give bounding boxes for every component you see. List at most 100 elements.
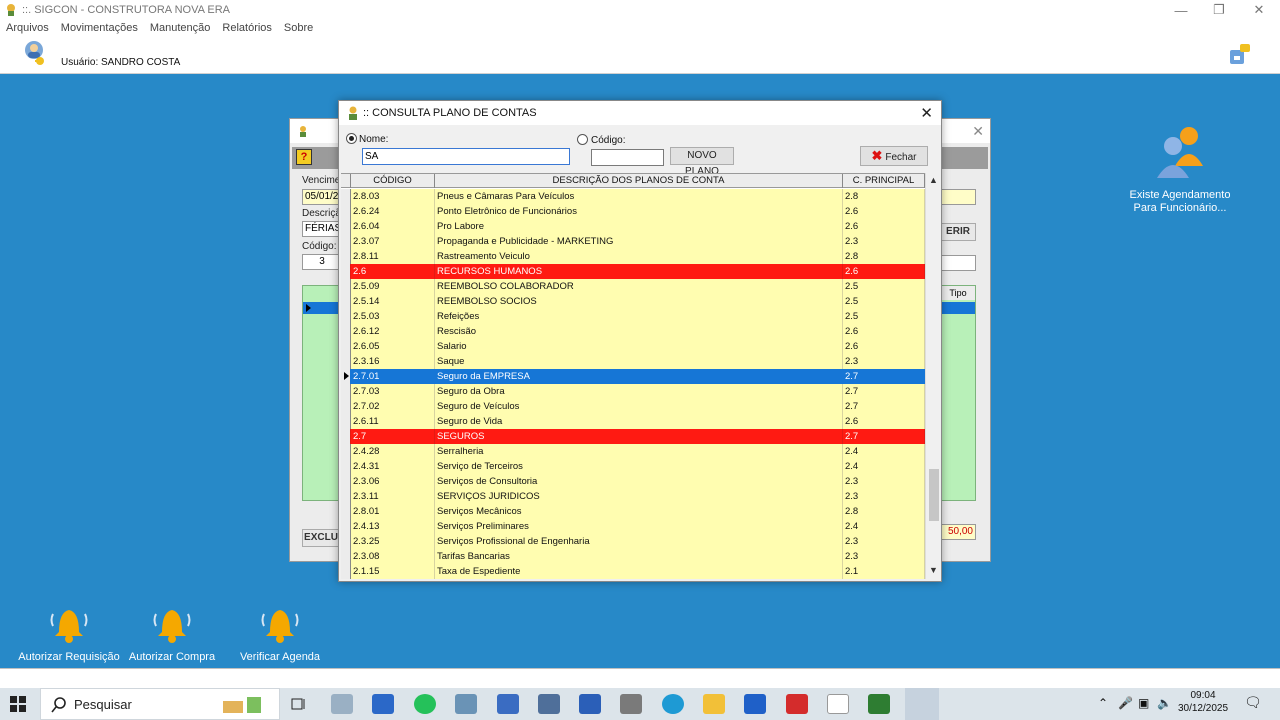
taskbar-app-1-icon[interactable] — [331, 694, 353, 714]
cell-codigo[interactable]: 2.6 — [351, 264, 435, 279]
cell-codigo[interactable]: 2.3.08 — [351, 549, 435, 564]
table-row[interactable]: 2.7.03 Seguro da Obra 2.7 — [341, 384, 925, 399]
cell-descricao[interactable]: Refeições — [435, 309, 843, 324]
fechar-button[interactable]: ✖ Fechar — [860, 146, 928, 166]
dx-icon[interactable] — [786, 694, 808, 714]
cell-descricao[interactable]: Saque — [435, 354, 843, 369]
cell-principal[interactable]: 2.7 — [843, 384, 925, 399]
cell-descricao[interactable]: Rastreamento Veiculo — [435, 249, 843, 264]
cell-principal[interactable]: 2.7 — [843, 429, 925, 444]
cell-codigo[interactable]: 2.5.14 — [351, 294, 435, 309]
cell-principal[interactable]: 2.3 — [843, 534, 925, 549]
cell-codigo[interactable]: 2.8.11 — [351, 249, 435, 264]
taskbar-search[interactable]: Pesquisar — [40, 688, 280, 720]
edge-icon[interactable] — [662, 694, 684, 714]
tools-icon[interactable] — [1226, 40, 1256, 70]
cell-descricao[interactable]: Pro Labore — [435, 219, 843, 234]
cell-principal[interactable]: 2.3 — [843, 234, 925, 249]
cell-principal[interactable]: 2.8 — [843, 504, 925, 519]
tray-chevron-icon[interactable]: ⌃ — [1098, 696, 1108, 710]
col-codigo-header[interactable]: CÓDIGO — [351, 174, 435, 188]
scroll-up-icon[interactable]: ▲ — [929, 175, 938, 185]
autorizar-compra-shortcut[interactable]: Autorizar Compra — [126, 602, 218, 663]
cell-codigo[interactable]: 2.8.01 — [351, 504, 435, 519]
cell-descricao[interactable]: SERVIÇOS JURIDICOS — [435, 489, 843, 504]
cell-codigo[interactable]: 2.1.15 — [351, 564, 435, 579]
cell-descricao[interactable]: Taxa de Espediente — [435, 564, 843, 579]
cell-principal[interactable]: 2.3 — [843, 354, 925, 369]
word-icon[interactable] — [579, 694, 601, 714]
menu-manutencao[interactable]: Manutenção — [150, 20, 211, 36]
scroll-thumb[interactable] — [929, 469, 939, 521]
cell-principal[interactable]: 2.5 — [843, 279, 925, 294]
background-field-right[interactable] — [940, 189, 976, 205]
table-row[interactable]: 2.3.06 Serviços de Consultoria 2.3 — [341, 474, 925, 489]
cell-codigo[interactable]: 2.4.31 — [351, 459, 435, 474]
cell-principal[interactable]: 2.6 — [843, 204, 925, 219]
table-row[interactable]: 2.4.31 Serviço de Terceiros 2.4 — [341, 459, 925, 474]
col-descricao-header[interactable]: DESCRIÇÃO DOS PLANOS DE CONTA — [435, 174, 843, 188]
menu-arquivos[interactable]: Arquivos — [6, 20, 49, 36]
network-icon[interactable]: ▣ — [1138, 696, 1149, 710]
table-row[interactable]: 2.8.01 Serviços Mecânicos 2.8 — [341, 504, 925, 519]
table-row[interactable]: 2.5.09 REEMBOLSO COLABORADOR 2.5 — [341, 279, 925, 294]
help-icon[interactable]: ? — [296, 149, 312, 165]
cell-codigo[interactable]: 2.5.09 — [351, 279, 435, 294]
background-form-close-icon[interactable]: ✕ — [972, 123, 984, 140]
agendamento-notification[interactable]: Existe Agendamento Para Funcionário... — [1120, 122, 1240, 215]
table-row[interactable]: 2.1.15 Taxa de Espediente 2.1 — [341, 564, 925, 579]
cell-codigo[interactable]: 2.3.07 — [351, 234, 435, 249]
codigo-search-input[interactable] — [591, 149, 664, 166]
excluir-button[interactable]: EXCLU — [302, 529, 340, 547]
cell-codigo[interactable]: 2.5.03 — [351, 309, 435, 324]
cell-descricao[interactable]: REEMBOLSO SOCIOS — [435, 294, 843, 309]
cell-descricao[interactable]: Tarifas Bancarias — [435, 549, 843, 564]
cell-descricao[interactable]: Salario — [435, 339, 843, 354]
cell-codigo[interactable]: 2.3.16 — [351, 354, 435, 369]
microphone-icon[interactable]: 🎤 — [1118, 696, 1133, 710]
cell-codigo[interactable]: 2.7 — [351, 429, 435, 444]
cell-codigo[interactable]: 2.6.12 — [351, 324, 435, 339]
plano-contas-grid[interactable]: CÓDIGO DESCRIÇÃO DOS PLANOS DE CONTA C. … — [341, 173, 925, 579]
col-principal-header[interactable]: C. PRINCIPAL — [843, 174, 925, 188]
cell-codigo[interactable]: 2.3.11 — [351, 489, 435, 504]
cell-principal[interactable]: 2.6 — [843, 339, 925, 354]
codigo-radio[interactable] — [577, 134, 588, 145]
table-row[interactable]: 2.8.03 Pneus e Câmaras Para Veículos 2.8 — [341, 189, 925, 204]
cell-descricao[interactable]: Serviços Mecânicos — [435, 504, 843, 519]
table-row[interactable]: 2.6.12 Rescisão 2.6 — [341, 324, 925, 339]
cell-principal[interactable]: 2.6 — [843, 324, 925, 339]
cell-principal[interactable]: 2.8 — [843, 249, 925, 264]
descricao-field[interactable]: FÉRIAS — [302, 221, 341, 237]
table-row[interactable]: 2.6.04 Pro Labore 2.6 — [341, 219, 925, 234]
table-row[interactable]: 2.4.28 Serralheria 2.4 — [341, 444, 925, 459]
background-field-right-2[interactable] — [940, 255, 976, 271]
table-row[interactable]: 2.3.07 Propaganda e Publicidade - MARKETI… — [341, 234, 925, 249]
taskbar-app-8-icon[interactable] — [620, 694, 642, 714]
clock[interactable]: 09:04 30/12/2025 — [1172, 690, 1234, 714]
cell-codigo[interactable]: 2.4.13 — [351, 519, 435, 534]
cell-descricao[interactable]: Propaganda e Publicidade - MARKETING — [435, 234, 843, 249]
table-row[interactable]: 2.3.25 Serviços Profissional de Engenhari… — [341, 534, 925, 549]
cell-descricao[interactable]: Serralheria — [435, 444, 843, 459]
cell-codigo[interactable]: 2.4.28 — [351, 444, 435, 459]
cell-descricao[interactable]: Seguro da Obra — [435, 384, 843, 399]
cell-descricao[interactable]: REEMBOLSO COLABORADOR — [435, 279, 843, 294]
cell-codigo[interactable]: 2.7.03 — [351, 384, 435, 399]
taskbar-app-14-icon[interactable] — [868, 694, 890, 714]
novo-plano-button[interactable]: NOVO PLANO — [670, 147, 734, 177]
cell-codigo[interactable]: 2.7.01 — [351, 369, 435, 384]
menu-sobre[interactable]: Sobre — [284, 20, 313, 36]
cell-principal[interactable]: 2.4 — [843, 444, 925, 459]
cell-codigo[interactable]: 2.8.03 — [351, 189, 435, 204]
table-row[interactable]: 2.6.11 Seguro de Vida 2.6 — [341, 414, 925, 429]
cell-descricao[interactable]: Serviços Preliminares — [435, 519, 843, 534]
sigcon-taskbar-icon[interactable] — [905, 688, 939, 720]
taskbar-app-4-icon[interactable] — [455, 694, 477, 714]
valor-field[interactable]: 50,00 — [940, 524, 976, 540]
close-button[interactable]: ✕ — [1240, 0, 1278, 20]
cell-codigo[interactable]: 2.7.02 — [351, 399, 435, 414]
cell-descricao[interactable]: Serviço de Terceiros — [435, 459, 843, 474]
table-row[interactable]: 2.3.16 Saque 2.3 — [341, 354, 925, 369]
table-row[interactable]: 2.6.24 Ponto Eletrônico de Funcionários 2.… — [341, 204, 925, 219]
